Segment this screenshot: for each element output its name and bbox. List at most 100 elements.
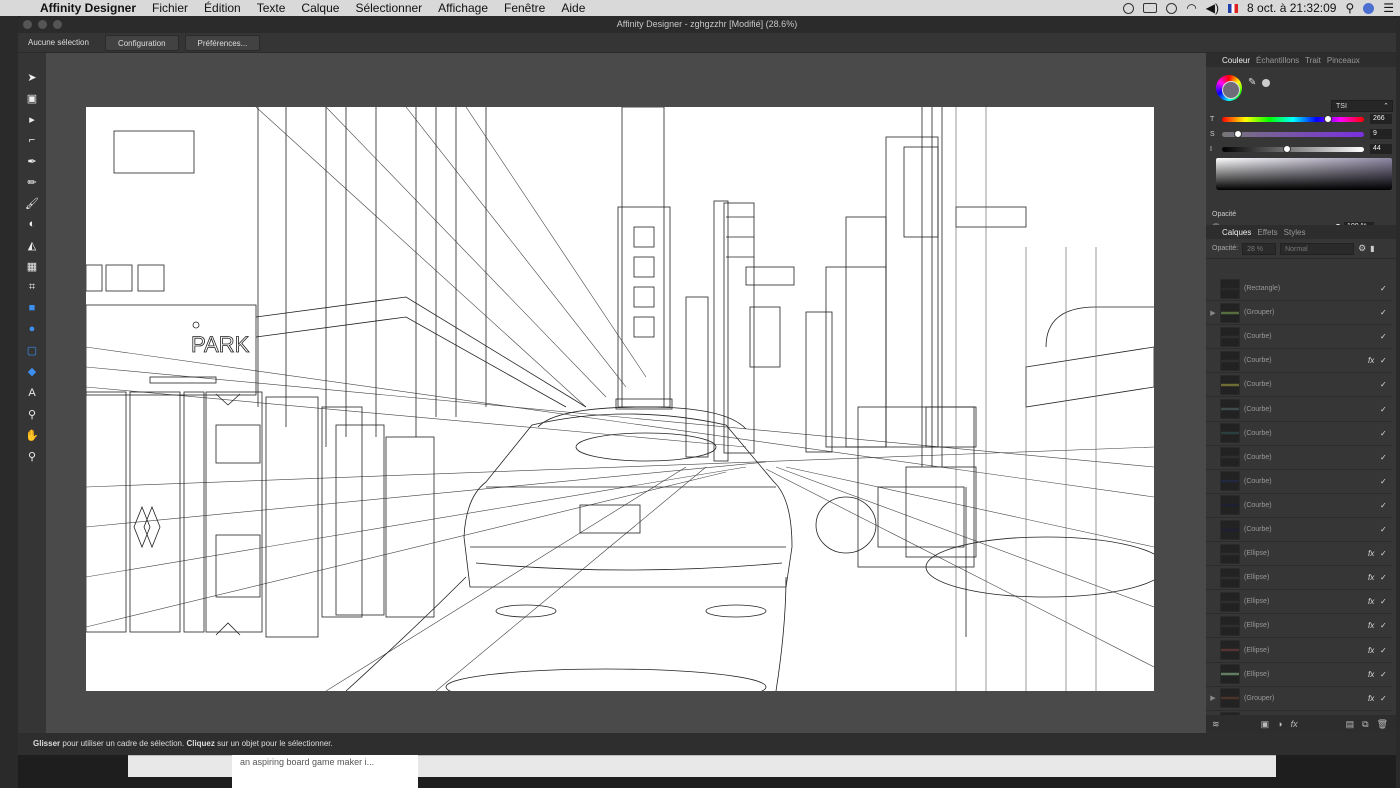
adjustment-layer-icon[interactable]: ◑ [1277,719,1282,729]
wifi-icon[interactable]: ◠ [1186,1,1196,15]
creative-cloud-icon[interactable] [1123,2,1135,14]
visibility-check-icon[interactable]: ✓ [1380,621,1392,630]
duplicate-layer-icon[interactable]: ⧉ [1362,719,1368,730]
layer-row[interactable]: (Courbe) ✓ [1206,494,1392,518]
layer-row[interactable]: (Courbe) ✓ [1206,518,1392,542]
visibility-check-icon[interactable]: ✓ [1380,308,1392,317]
layer-fx-icon[interactable]: fx [1368,621,1380,630]
visibility-check-icon[interactable]: ✓ [1380,501,1392,510]
menu-affichage[interactable]: Affichage [430,0,496,16]
layer-row[interactable]: ▶ (Grouper) ✓ [1206,301,1392,326]
layer-row[interactable]: (Ellipse) fx ✓ [1206,639,1392,663]
rounded-rect-tool-icon[interactable]: ▢ [25,343,39,357]
menu-selectionner[interactable]: Sélectionner [347,0,430,16]
fx-icon[interactable]: fx [1291,719,1298,729]
layer-row[interactable]: (Ellipse) fx ✓ [1206,614,1392,639]
vector-brush-icon[interactable]: 🖌 [25,196,39,210]
ellipse-tool-icon[interactable]: ● [25,322,39,336]
layer-row[interactable]: (Courbe) ✓ [1206,398,1392,422]
eyedropper-icon[interactable]: ✎ [1248,77,1256,88]
layer-row[interactable]: (Ellipse) fx ✓ [1206,663,1392,687]
tab-calques[interactable]: Calques [1222,228,1251,237]
current-color-swatch[interactable] [1222,81,1240,99]
move-tool-icon[interactable]: ➤ [25,70,39,84]
layer-row[interactable]: (Ellipse) fx ✓ [1206,542,1392,567]
visibility-check-icon[interactable]: ✓ [1380,549,1392,558]
color-slider[interactable] [1222,114,1364,123]
zoom-tool-icon[interactable]: ⚲ [25,449,39,463]
canvas-area[interactable]: PARK [46,53,1206,733]
visibility-check-icon[interactable]: ✓ [1380,453,1392,462]
visibility-check-icon[interactable]: ✓ [1380,477,1392,486]
blend-mode-select[interactable]: Normal [1280,242,1355,255]
text-tool-icon[interactable]: A [25,386,39,400]
slider-value[interactable]: 9 [1370,129,1392,139]
notification-center-icon[interactable]: ☰ [1383,1,1394,15]
tab-trait[interactable]: Trait [1305,56,1321,65]
layer-row[interactable]: (Courbe) ✓ [1206,325,1392,350]
color-slider[interactable] [1222,144,1364,153]
tab-effets[interactable]: Effets [1257,228,1277,237]
siri-icon[interactable] [1363,2,1375,14]
minimize-window-icon[interactable] [38,20,47,29]
crop-tool-icon[interactable]: ⌗ [25,280,39,294]
slider-value[interactable]: 266 [1370,114,1392,124]
layer-row[interactable]: ▶ (Grouper) fx✓ [1206,687,1392,711]
time-machine-icon[interactable] [1166,2,1178,14]
menu-texte[interactable]: Texte [249,0,294,16]
preferences-button[interactable]: Préférences... [184,34,261,51]
layer-row[interactable]: (Ellipse) fx ✓ [1206,566,1392,591]
tab-styles[interactable]: Styles [1284,228,1306,237]
layer-fx-icon[interactable]: fx [1368,694,1380,703]
layer-row[interactable]: (Rectangle) ✓ [1206,277,1392,301]
layer-fx-icon[interactable]: fx [1368,549,1380,558]
layer-row[interactable]: (Courbe) fx ✓ [1206,349,1392,374]
visibility-check-icon[interactable]: ✓ [1380,284,1392,293]
pen-tool-icon[interactable]: ✒ [25,154,39,168]
expand-arrow-icon[interactable]: ▶ [1206,694,1220,702]
visibility-check-icon[interactable]: ✓ [1380,694,1392,703]
layer-row[interactable]: (Courbe) ✓ [1206,446,1392,470]
configuration-button[interactable]: Configuration [104,34,179,51]
spotlight-icon[interactable]: ⚲ [1345,1,1354,15]
transparency-tool-icon[interactable]: ◭ [25,238,39,252]
delete-layer-icon[interactable]: 🗑 [1377,719,1388,730]
layer-fx-icon[interactable]: fx [1368,646,1380,655]
layer-row[interactable]: (Courbe) ✓ [1206,373,1392,398]
menu-app-name[interactable]: Affinity Designer [38,0,144,16]
visibility-check-icon[interactable]: ✓ [1380,429,1392,438]
menu-edition[interactable]: Édition [196,0,249,16]
fill-tool-icon[interactable]: ◐ [25,217,39,231]
visibility-check-icon[interactable]: ✓ [1380,525,1392,534]
tab-couleur[interactable]: Couleur [1222,56,1250,65]
visibility-check-icon[interactable]: ✓ [1380,332,1392,341]
gear-icon[interactable]: ⚙ [1358,243,1366,254]
visibility-check-icon[interactable]: ✓ [1380,380,1392,389]
artboard-tool-icon[interactable]: ▣ [25,91,39,105]
corner-tool-icon[interactable]: ⌐ [25,133,39,147]
french-flag-icon[interactable] [1228,3,1239,13]
layer-row[interactable]: (Courbe) ✓ [1206,422,1392,446]
visibility-check-icon[interactable]: ✓ [1380,670,1392,679]
slider-thumb[interactable] [1282,144,1291,153]
color-slider[interactable] [1222,129,1364,138]
visibility-check-icon[interactable]: ✓ [1380,405,1392,414]
add-layer-icon[interactable]: ▤ [1346,719,1355,730]
clock-text[interactable]: 8 oct. à 21:32:09 [1247,1,1336,15]
menu-fichier[interactable]: Fichier [144,0,196,16]
layer-fx-icon[interactable]: fx [1368,356,1380,365]
slider-thumb[interactable] [1234,129,1243,138]
lock-icon[interactable]: ▮ [1370,244,1374,253]
artboard[interactable]: PARK [86,107,1154,691]
rectangle-tool-icon[interactable]: ■ [25,301,39,315]
color-preview-gradient[interactable] [1216,158,1392,190]
hand-tool-icon[interactable]: ✋ [25,428,39,442]
menu-fenetre[interactable]: Fenêtre [496,0,553,16]
visibility-check-icon[interactable]: ✓ [1380,573,1392,582]
visibility-check-icon[interactable]: ✓ [1380,597,1392,606]
node-tool-icon[interactable]: ▸ [25,112,39,126]
color-picker-icon[interactable]: ⚲ [25,407,39,421]
menu-calque[interactable]: Calque [293,0,347,16]
volume-icon[interactable]: ◀) [1206,1,1219,15]
fill-stroke-wheel[interactable] [1216,75,1242,101]
